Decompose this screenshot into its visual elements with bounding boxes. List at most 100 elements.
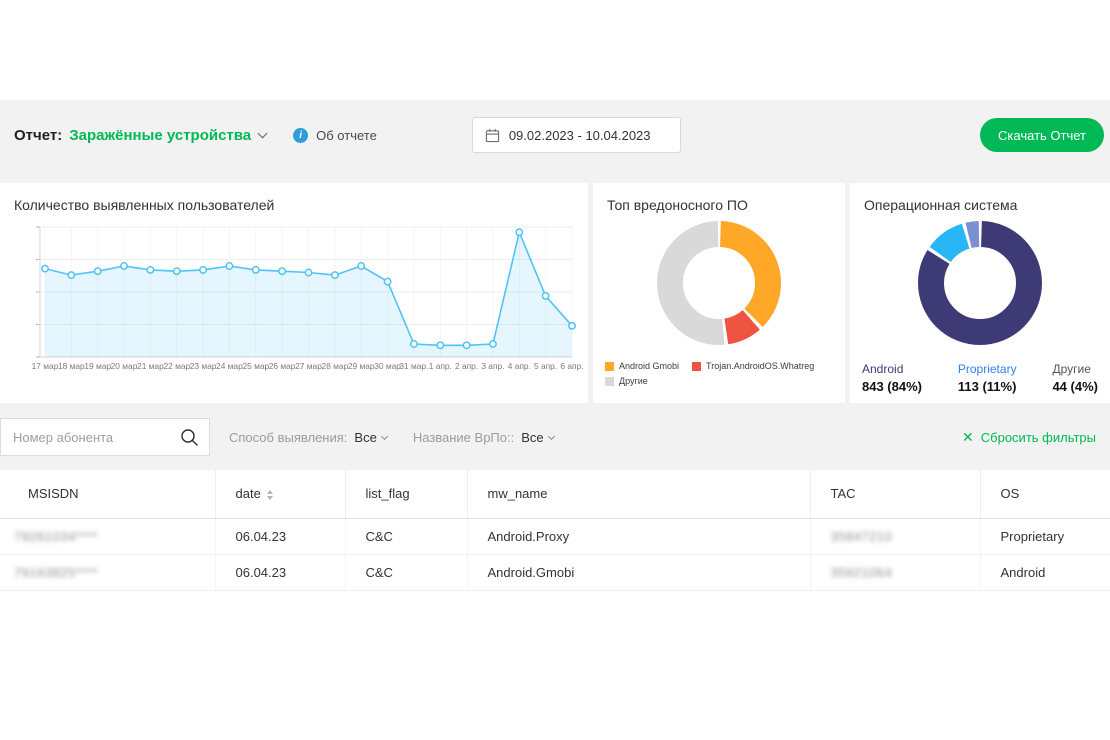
cell-msisdn: 79261034**** — [0, 518, 215, 554]
column-header-tac: TAC — [810, 470, 980, 518]
svg-text:6 апр.: 6 апр. — [560, 361, 583, 371]
column-header-date[interactable]: date — [215, 470, 345, 518]
sort-icon[interactable] — [267, 490, 273, 500]
svg-text:24 мар: 24 мар — [216, 361, 243, 371]
legend-item: Trojan.AndroidOS.Whatreg — [692, 361, 814, 371]
subscriber-search-box[interactable] — [0, 418, 210, 456]
report-type-selector[interactable]: Заражённые устройства — [69, 127, 251, 144]
legend-item: Другие — [605, 376, 648, 386]
os-stat-value: 113 (11%) — [958, 379, 1017, 394]
svg-text:17 мар: 17 мар — [32, 361, 59, 371]
os-stat-value: 843 (84%) — [862, 379, 922, 394]
svg-text:30 мар: 30 мар — [374, 361, 401, 371]
malware-name-filter[interactable]: Название ВрПо:: Все — [413, 430, 554, 445]
svg-text:5 апр.: 5 апр. — [534, 361, 557, 371]
reset-filters-button[interactable]: ✕ Сбросить фильтры — [962, 429, 1096, 446]
cell-list_flag: C&C — [345, 554, 467, 590]
malware-donut-chart — [593, 219, 845, 354]
malware-chart-title: Топ вредоносного ПО — [593, 183, 845, 213]
svg-text:23 мар: 23 мар — [190, 361, 217, 371]
malware-chart-card: Топ вредоносного ПО Android Gmobi Trojan.… — [593, 183, 845, 403]
search-icon[interactable] — [180, 428, 199, 447]
cell-mw_name: Android.Proxy — [467, 518, 810, 554]
report-header-bar: Отчет: Заражённые устройства i Об отчете… — [0, 100, 1110, 170]
svg-text:22 мар: 22 мар — [163, 361, 190, 371]
os-stat: Proprietary 113 (11%) — [958, 362, 1017, 394]
legend-swatch — [605, 362, 614, 371]
column-header-list_flag: list_flag — [345, 470, 467, 518]
svg-text:4 апр.: 4 апр. — [508, 361, 531, 371]
svg-text:1 апр.: 1 апр. — [429, 361, 452, 371]
calendar-icon — [485, 128, 500, 143]
svg-text:31 мар.: 31 мар. — [399, 361, 428, 371]
svg-text:26 мар: 26 мар — [269, 361, 296, 371]
legend-item: Android Gmobi — [605, 361, 679, 371]
close-icon[interactable]: ✕ — [962, 429, 974, 446]
detection-method-label: Способ выявления: — [229, 430, 347, 445]
filter-bar: Способ выявления: Все Название ВрПо:: Вс… — [0, 418, 1110, 456]
malware-legend: Android Gmobi Trojan.AndroidOS.Whatreg Дру… — [593, 354, 845, 386]
info-icon[interactable]: i — [293, 128, 308, 143]
detection-method-value[interactable]: Все — [354, 430, 376, 445]
table-body: 79261034**** 06.04.23C&CAndroid.Proxy 3584… — [0, 518, 1110, 590]
svg-text:27 мар: 27 мар — [295, 361, 322, 371]
users-line-chart: 17 мар18 мар19 мар20 мар21 мар22 мар23 м… — [0, 217, 588, 382]
cell-date: 06.04.23 — [215, 554, 345, 590]
os-stat-name: Android — [862, 362, 922, 376]
users-chart-card: Количество выявленных пользователей 17 м… — [0, 183, 588, 403]
os-stat: Android 843 (84%) — [862, 362, 922, 394]
cell-list_flag: C&C — [345, 518, 467, 554]
os-stats-row: Android 843 (84%) Proprietary 113 (11%) Друг… — [850, 354, 1110, 394]
cell-date: 06.04.23 — [215, 518, 345, 554]
table-row: 79261034**** 06.04.23C&CAndroid.Proxy 3584… — [0, 518, 1110, 554]
os-stat-name: Другие — [1052, 362, 1098, 376]
charts-row: Количество выявленных пользователей 17 м… — [0, 183, 1110, 403]
cell-tac: 35847210 — [810, 518, 980, 554]
os-stat-value: 44 (4%) — [1052, 379, 1098, 394]
redacted-value: 79261034**** — [14, 529, 98, 544]
chevron-down-icon[interactable] — [548, 432, 555, 439]
table-header: MSISDNdatelist_flagmw_nameTACOS — [0, 470, 1110, 518]
svg-text:28 мар: 28 мар — [322, 361, 349, 371]
redacted-value: 79163825**** — [14, 565, 98, 580]
cell-os: Android — [980, 554, 1110, 590]
download-report-button[interactable]: Скачать Отчет — [980, 118, 1104, 152]
os-donut-chart — [850, 219, 1110, 354]
cell-msisdn: 79163825**** — [0, 554, 215, 590]
column-header-os: OS — [980, 470, 1110, 518]
redacted-value: 35847210 — [831, 529, 893, 544]
svg-text:21 мар: 21 мар — [137, 361, 164, 371]
report-label: Отчет: — [14, 127, 62, 144]
svg-text:2 апр.: 2 апр. — [455, 361, 478, 371]
table-header-row: MSISDNdatelist_flagmw_nameTACOS — [0, 470, 1110, 518]
cell-tac: 35921064 — [810, 554, 980, 590]
legend-swatch — [692, 362, 701, 371]
column-header-msisdn: MSISDN — [0, 470, 215, 518]
cell-mw_name: Android.Gmobi — [467, 554, 810, 590]
svg-text:29 мар: 29 мар — [348, 361, 375, 371]
os-chart-title: Операционная система — [850, 183, 1110, 213]
os-stat-name: Proprietary — [958, 362, 1017, 376]
legend-swatch — [605, 377, 614, 386]
malware-name-label: Название ВрПо:: — [413, 430, 514, 445]
chevron-down-icon[interactable] — [258, 129, 268, 139]
about-report-link[interactable]: Об отчете — [316, 128, 377, 143]
report-section: Отчет: Заражённые устройства i Об отчете… — [0, 100, 1110, 591]
users-chart-title: Количество выявленных пользователей — [0, 183, 588, 213]
redacted-value: 35921064 — [831, 565, 893, 580]
os-chart-card: Операционная система Android 843 (84%) Pro… — [850, 183, 1110, 403]
os-stat: Другие 44 (4%) — [1052, 362, 1098, 394]
column-header-mw_name: mw_name — [467, 470, 810, 518]
chevron-down-icon[interactable] — [381, 432, 388, 439]
detection-method-filter[interactable]: Способ выявления: Все — [229, 430, 387, 445]
svg-text:25 мар: 25 мар — [242, 361, 269, 371]
malware-name-value[interactable]: Все — [521, 430, 543, 445]
reset-filters-label[interactable]: Сбросить фильтры — [981, 430, 1096, 445]
search-input[interactable] — [1, 429, 180, 446]
infected-devices-table: MSISDNdatelist_flagmw_nameTACOS 79261034… — [0, 470, 1110, 591]
svg-text:19 мар: 19 мар — [84, 361, 111, 371]
date-range-picker[interactable]: 09.02.2023 - 10.04.2023 — [472, 117, 681, 153]
table-row: 79163825**** 06.04.23C&CAndroid.Gmobi 3592… — [0, 554, 1110, 590]
date-range-value: 09.02.2023 - 10.04.2023 — [509, 128, 651, 143]
infected-devices-report-page: Отчет: Заражённые устройства i Об отчете… — [0, 0, 1110, 591]
